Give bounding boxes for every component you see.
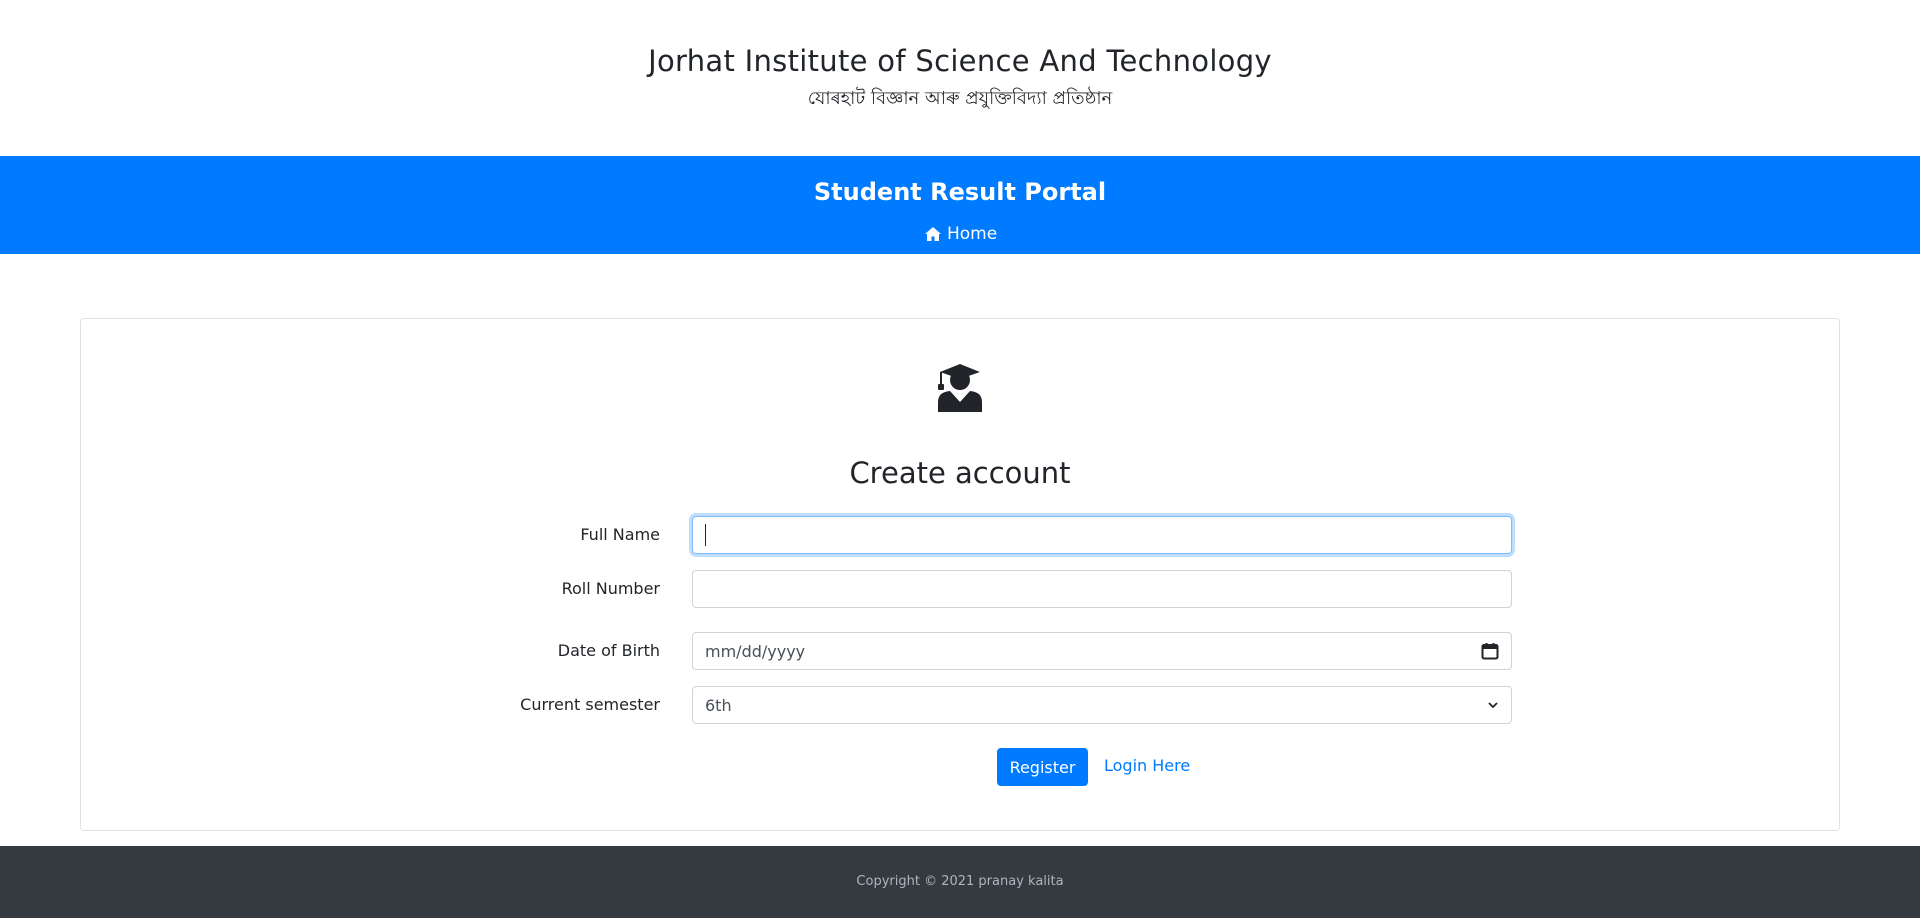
semester-selected-value: 6th [705, 695, 732, 715]
login-link[interactable]: Login Here [1104, 756, 1190, 775]
home-link-label: Home [947, 224, 998, 244]
graduate-student-icon [938, 364, 982, 412]
full-name-input[interactable] [692, 516, 1512, 554]
register-button[interactable]: Register [997, 748, 1088, 786]
semester-label: Current semester [520, 695, 660, 714]
calendar-icon[interactable] [1481, 642, 1499, 660]
home-link[interactable]: Home [924, 223, 997, 245]
roll-number-input[interactable] [692, 570, 1512, 608]
portal-title: Student Result Portal [813, 178, 1107, 206]
portal-navbar: Student Result Portal Home [0, 156, 1920, 254]
dob-placeholder: mm/dd/yyyy [705, 641, 806, 661]
home-icon [925, 227, 941, 241]
institute-title: Jorhat Institute of Science And Technolo… [648, 44, 1272, 78]
roll-number-label: Roll Number [561, 579, 660, 598]
dob-input[interactable]: mm/dd/yyyy [692, 632, 1512, 670]
institute-header: Jorhat Institute of Science And Technolo… [0, 0, 1920, 156]
institute-subtitle: যোৰহাট বিজ্ঞান আৰু প্ৰযুক্তিবিদ্যা প্ৰতি… [807, 88, 1113, 109]
full-name-label: Full Name [580, 525, 660, 544]
dob-label: Date of Birth [557, 641, 660, 660]
text-cursor [705, 524, 706, 546]
copyright-text: Copyright © 2021 pranay kalita [856, 874, 1064, 889]
create-account-title: Create account [849, 456, 1071, 490]
semester-select[interactable]: 6th [692, 686, 1512, 724]
chevron-down-icon [1488, 702, 1498, 709]
footer: Copyright © 2021 pranay kalita [0, 846, 1920, 918]
